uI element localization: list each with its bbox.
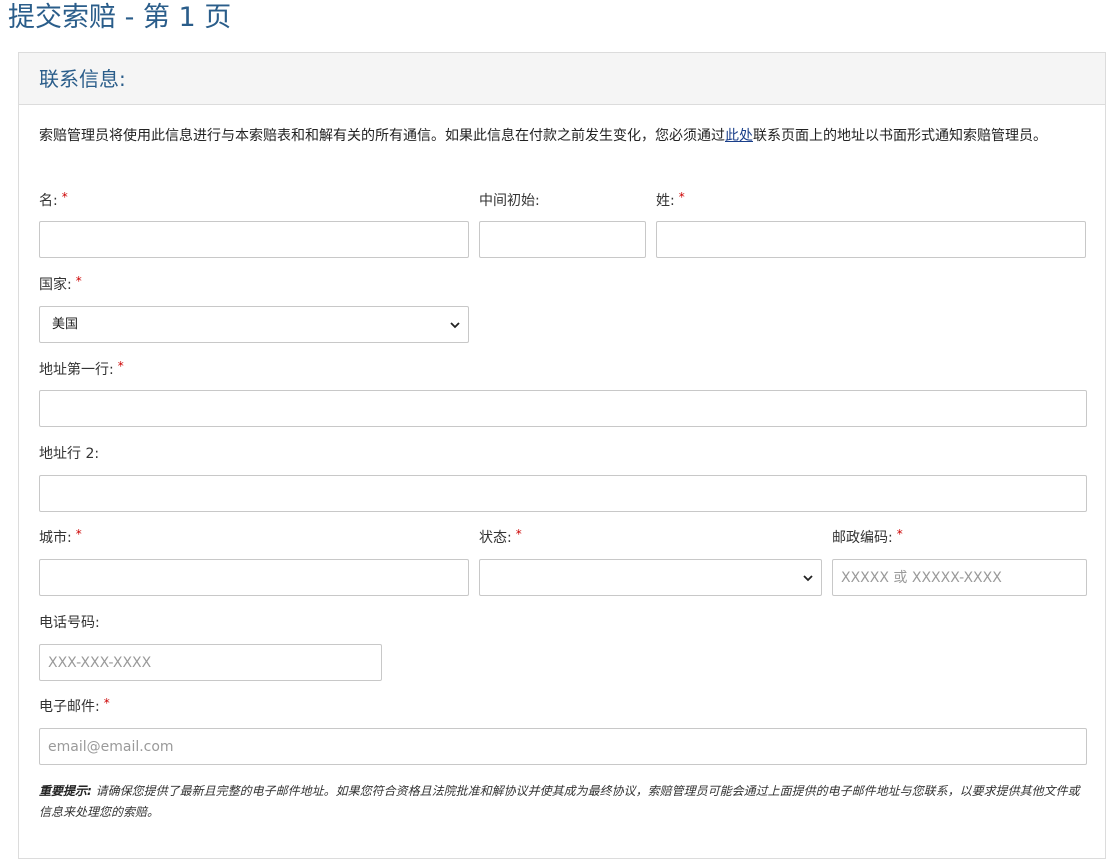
address-line1-label: 地址第一行: * xyxy=(39,359,124,378)
required-marker: * xyxy=(678,190,685,204)
city-input[interactable] xyxy=(39,559,469,596)
phone-input[interactable] xyxy=(39,644,382,681)
email-label: 电子邮件: * xyxy=(39,696,110,715)
last-name-input[interactable] xyxy=(656,221,1086,258)
important-note-text: 请确保您提供了最新且完整的电子邮件地址。如果您符合资格且法院批准和解协议并使其成… xyxy=(39,784,1080,819)
required-marker: * xyxy=(103,696,110,710)
last-name-label: 姓: * xyxy=(656,190,685,209)
panel-header: 联系信息: xyxy=(19,53,1105,105)
chevron-down-icon xyxy=(450,322,460,329)
state-label: 状态: * xyxy=(479,527,522,546)
country-selected-value: 美国 xyxy=(52,317,79,332)
middle-initial-input[interactable] xyxy=(479,221,646,258)
country-label: 国家: * xyxy=(39,274,82,293)
middle-initial-label: 中间初始: xyxy=(479,193,540,209)
required-marker: * xyxy=(896,527,903,541)
state-select[interactable] xyxy=(479,559,822,596)
section-title: 联系信息: xyxy=(39,67,126,91)
intro-text-before: 索赔管理员将使用此信息进行与本索赔表和和解有关的所有通信。如果此信息在付款之前发… xyxy=(39,128,725,144)
page-title: 提交索赔 - 第 1 页 xyxy=(8,2,232,33)
zip-label: 邮政编码: * xyxy=(832,527,903,546)
contact-here-link[interactable]: 此处 xyxy=(725,128,753,144)
country-select[interactable]: 美国 xyxy=(39,306,469,343)
required-marker: * xyxy=(117,359,124,373)
intro-text-after: 联系页面上的地址以书面形式通知索赔管理员。 xyxy=(753,128,1047,144)
required-marker: * xyxy=(61,190,68,204)
address-line2-label: 地址行 2: xyxy=(39,446,100,462)
required-marker: * xyxy=(75,274,82,288)
first-name-input[interactable] xyxy=(39,221,469,258)
important-note-label: 重要提示: xyxy=(39,784,92,798)
first-name-label: 名: * xyxy=(39,190,68,209)
important-note: 重要提示: 请确保您提供了最新且完整的电子邮件地址。如果您符合资格且法院批准和解… xyxy=(39,781,1089,823)
city-label: 城市: * xyxy=(39,527,82,546)
intro-text: 索赔管理员将使用此信息进行与本索赔表和和解有关的所有通信。如果此信息在付款之前发… xyxy=(39,125,1089,148)
zip-input[interactable] xyxy=(832,559,1087,596)
address-line2-input[interactable] xyxy=(39,475,1087,512)
address-line1-input[interactable] xyxy=(39,390,1087,427)
phone-label: 电话号码: xyxy=(39,615,100,631)
chevron-down-icon xyxy=(803,575,813,582)
email-input[interactable] xyxy=(39,728,1087,765)
required-marker: * xyxy=(515,527,522,541)
required-marker: * xyxy=(75,527,82,541)
contact-info-panel: 联系信息: 索赔管理员将使用此信息进行与本索赔表和和解有关的所有通信。如果此信息… xyxy=(18,52,1106,859)
